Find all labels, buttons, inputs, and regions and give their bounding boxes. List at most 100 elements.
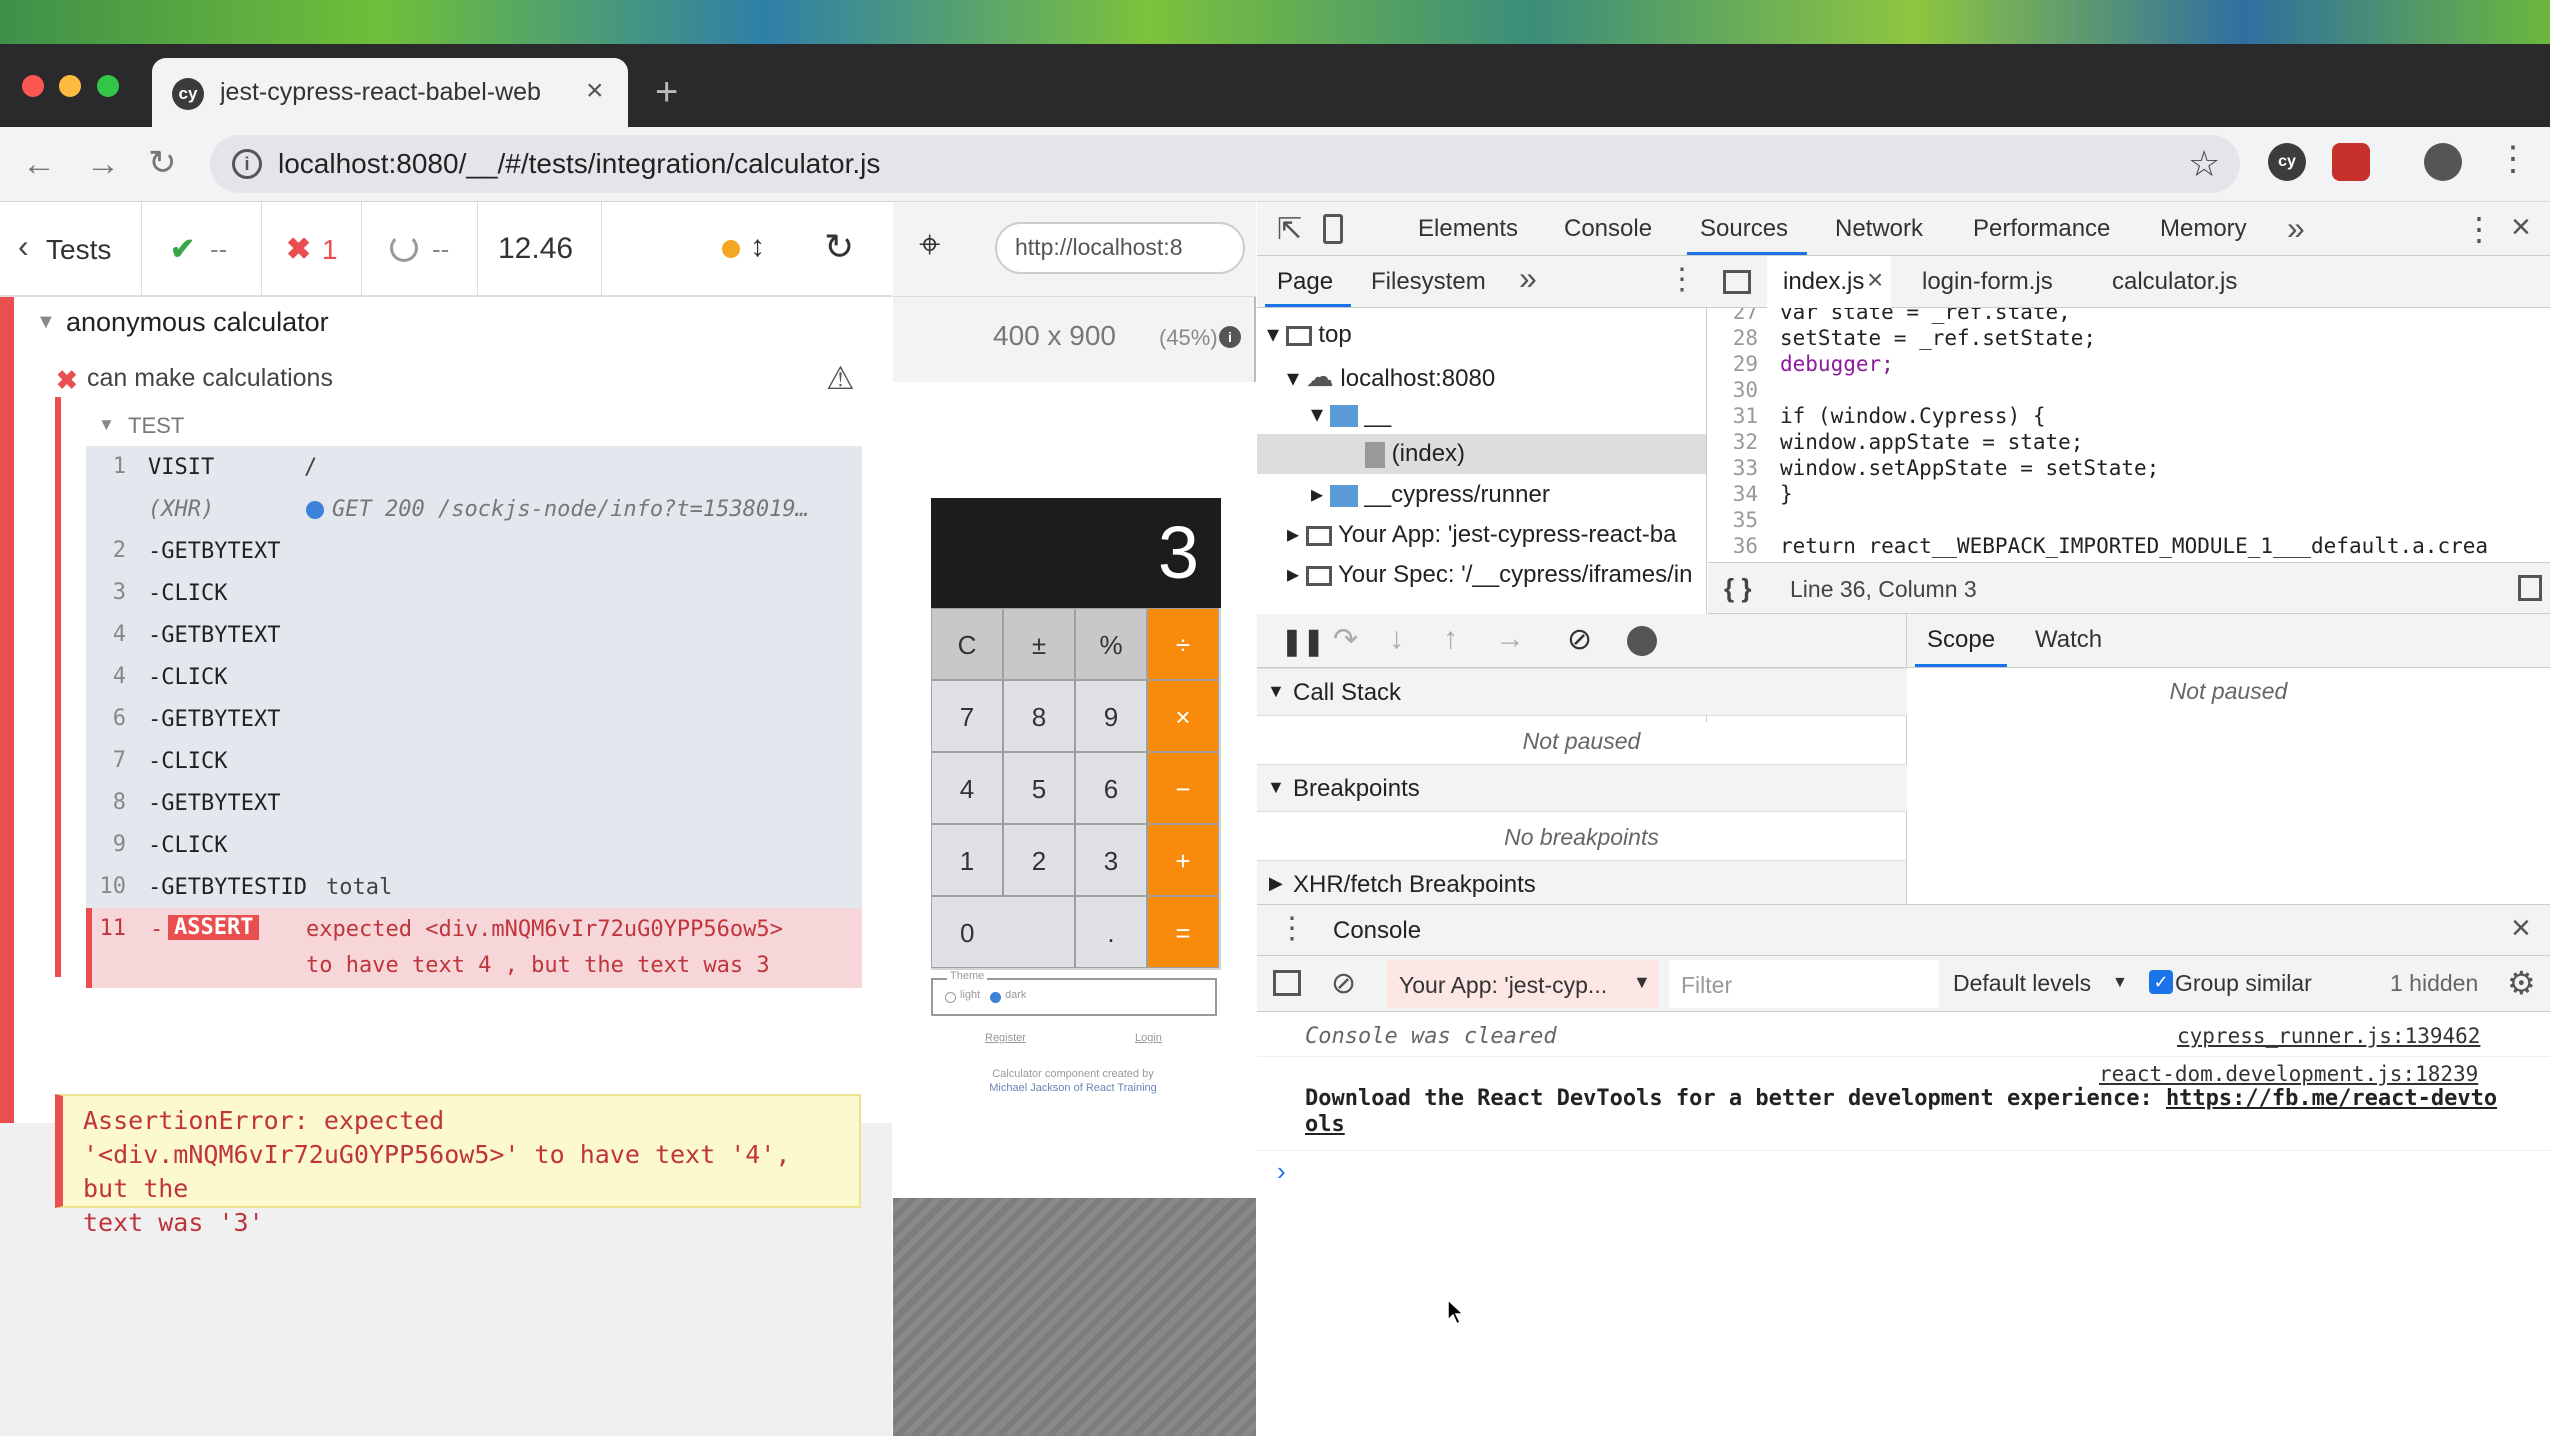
command-row[interactable]: 4 -CLICK [86, 656, 862, 698]
close-devtools-icon[interactable]: × [2511, 208, 2531, 247]
extension-icon[interactable] [2332, 143, 2370, 181]
command-row[interactable]: (XHR) GET 200 /sockjs-node/info?t=1538019… [86, 488, 862, 530]
deactivate-breakpoints-icon[interactable]: ⊘ [1567, 622, 1592, 657]
drawer-console-tab[interactable]: Console [1333, 917, 1421, 945]
tab-console[interactable]: Console [1564, 215, 1652, 243]
profile-avatar-icon[interactable] [2424, 143, 2462, 181]
register-link[interactable]: Register [985, 1032, 1026, 1044]
key-6[interactable]: 6 [1075, 752, 1147, 824]
cypress-extension-icon[interactable]: cy [2268, 143, 2306, 181]
key-2[interactable]: 2 [1003, 824, 1075, 896]
command-row[interactable]: 10 -GETBYTESTID total [86, 866, 862, 908]
tab-scope[interactable]: Scope [1927, 626, 1995, 654]
command-row[interactable]: 1 VISIT / [86, 446, 862, 488]
key-percent[interactable]: % [1075, 608, 1147, 680]
pause-icon[interactable]: ❚❚ [1281, 626, 1325, 657]
suite-collapse-icon[interactable]: ▼ [36, 311, 56, 334]
tests-button[interactable]: ‹ Tests [0, 202, 142, 297]
key-4[interactable]: 4 [931, 752, 1003, 824]
more-tabs-icon[interactable]: » [2287, 210, 2305, 247]
login-link[interactable]: Login [1135, 1032, 1162, 1044]
pretty-print-icon[interactable]: { } [1724, 573, 1751, 604]
key-0[interactable]: 0 [931, 896, 1075, 968]
selector-playground-icon[interactable]: ⌖ [919, 224, 940, 267]
command-row[interactable]: 9 -CLICK [86, 824, 862, 866]
tree-item-folder[interactable]: ▾ __ [1311, 400, 1391, 429]
console-filter-input[interactable]: Filter [1669, 960, 1939, 1008]
tab-performance[interactable]: Performance [1973, 215, 2110, 243]
browser-tab[interactable]: cy jest-cypress-react-babel-web × [152, 58, 628, 127]
key-equals[interactable]: = [1147, 896, 1219, 968]
minimize-window-button[interactable] [59, 75, 81, 97]
nav-menu-icon[interactable]: ⋮ [1667, 262, 1697, 297]
address-bar[interactable]: i localhost:8080/__/#/tests/integration/… [210, 135, 2240, 193]
tab-elements[interactable]: Elements [1418, 215, 1518, 243]
address-url[interactable]: localhost:8080/__/#/tests/integration/ca… [278, 148, 880, 180]
group-similar-checkbox[interactable]: ✓ [2149, 970, 2173, 994]
suite-title[interactable]: anonymous calculator [66, 307, 329, 338]
console-sidebar-icon[interactable] [1273, 970, 1301, 996]
passed-count[interactable]: ✔ -- [142, 202, 262, 297]
console-output[interactable]: Console was cleared cypress_runner.js:13… [1257, 1012, 2550, 1436]
key-8[interactable]: 8 [1003, 680, 1075, 752]
nav-tab-page[interactable]: Page [1277, 268, 1333, 296]
tree-item-app[interactable]: ▸ Your App: 'jest-cypress-react-ba [1287, 520, 1676, 549]
pause-on-exceptions-icon[interactable] [1627, 626, 1657, 656]
key-5[interactable]: 5 [1003, 752, 1075, 824]
test-collapse-icon[interactable]: ▼ [98, 415, 115, 435]
nav-tab-filesystem[interactable]: Filesystem [1371, 268, 1486, 296]
context-selector[interactable]: Your App: 'jest-cyp... ▼ [1387, 960, 1659, 1008]
step-out-icon[interactable]: ↑ [1443, 622, 1458, 656]
key-divide[interactable]: ÷ [1147, 608, 1219, 680]
tab-network[interactable]: Network [1835, 215, 1923, 243]
message-source-link[interactable]: react-dom.development.js:18239 [2099, 1062, 2478, 1086]
bookmark-star-icon[interactable]: ☆ [2188, 143, 2220, 185]
restart-icon[interactable]: ↻ [824, 226, 854, 268]
react-devtools-link-tail[interactable]: ols [1305, 1112, 1345, 1137]
close-window-button[interactable] [22, 75, 44, 97]
command-row[interactable]: 7 -CLICK [86, 740, 862, 782]
forward-icon[interactable]: → [86, 145, 120, 184]
step-icon[interactable]: → [1495, 622, 1525, 656]
pending-count[interactable]: -- [362, 202, 478, 297]
tab-sources[interactable]: Sources [1700, 215, 1788, 243]
key-dot[interactable]: . [1075, 896, 1147, 968]
devtools-menu-icon[interactable]: ⋮ [2463, 210, 2495, 248]
tab-watch[interactable]: Watch [2035, 626, 2102, 654]
theme-light-radio[interactable] [945, 992, 956, 1003]
tree-item-index[interactable]: (index) [1365, 440, 1465, 468]
file-tab[interactable]: calculator.js [2112, 268, 2237, 296]
site-info-icon[interactable]: i [232, 149, 262, 179]
console-settings-gear-icon[interactable]: ⚙ [2507, 964, 2536, 1002]
key-clear[interactable]: C [931, 608, 1003, 680]
device-toolbar-icon[interactable] [1323, 214, 1343, 244]
key-multiply[interactable]: × [1147, 680, 1219, 752]
tree-item-spec[interactable]: ▸ Your Spec: '/__cypress/iframes/in [1287, 560, 1692, 589]
tab-memory[interactable]: Memory [2160, 215, 2247, 243]
new-tab-icon[interactable]: + [655, 72, 678, 112]
message-source-link[interactable]: cypress_runner.js:139462 [2177, 1024, 2480, 1048]
viewport-info-icon[interactable]: i [1219, 326, 1241, 348]
step-into-icon[interactable]: ↓ [1389, 622, 1404, 656]
test-title[interactable]: can make calculations [87, 364, 333, 393]
call-stack-header[interactable]: ▼ Call Stack [1257, 668, 1907, 716]
reload-icon[interactable]: ↻ [148, 143, 177, 183]
command-row[interactable]: 6 -GETBYTEXT [86, 698, 862, 740]
clear-console-icon[interactable]: ⊘ [1331, 966, 1356, 1001]
inspect-element-icon[interactable]: ⇱ [1277, 212, 1302, 247]
toggle-debugger-icon[interactable] [2518, 575, 2542, 601]
react-devtools-link[interactable]: https://fb.me/react-devto [2166, 1086, 2497, 1111]
log-levels-select[interactable]: Default levels [1953, 970, 2091, 997]
command-row[interactable]: 8 -GETBYTEXT [86, 782, 862, 824]
key-subtract[interactable]: − [1147, 752, 1219, 824]
key-3[interactable]: 3 [1075, 824, 1147, 896]
key-7[interactable]: 7 [931, 680, 1003, 752]
assertion-error-box[interactable]: AssertionError: expected '<div.mNQM6vIr7… [55, 1094, 861, 1237]
more-nav-icon[interactable]: » [1519, 260, 1537, 297]
back-icon[interactable]: ← [22, 145, 56, 184]
chrome-menu-icon[interactable]: ⋮ [2496, 139, 2530, 179]
tree-item-runner[interactable]: ▸ __cypress/runner [1311, 480, 1550, 509]
aut-url-display[interactable]: http://localhost:8 [995, 222, 1245, 274]
command-row[interactable]: 2 -GETBYTEXT [86, 530, 862, 572]
code-editor[interactable]: 27 var state = _ref.state, 28 setState = … [1708, 308, 2550, 562]
